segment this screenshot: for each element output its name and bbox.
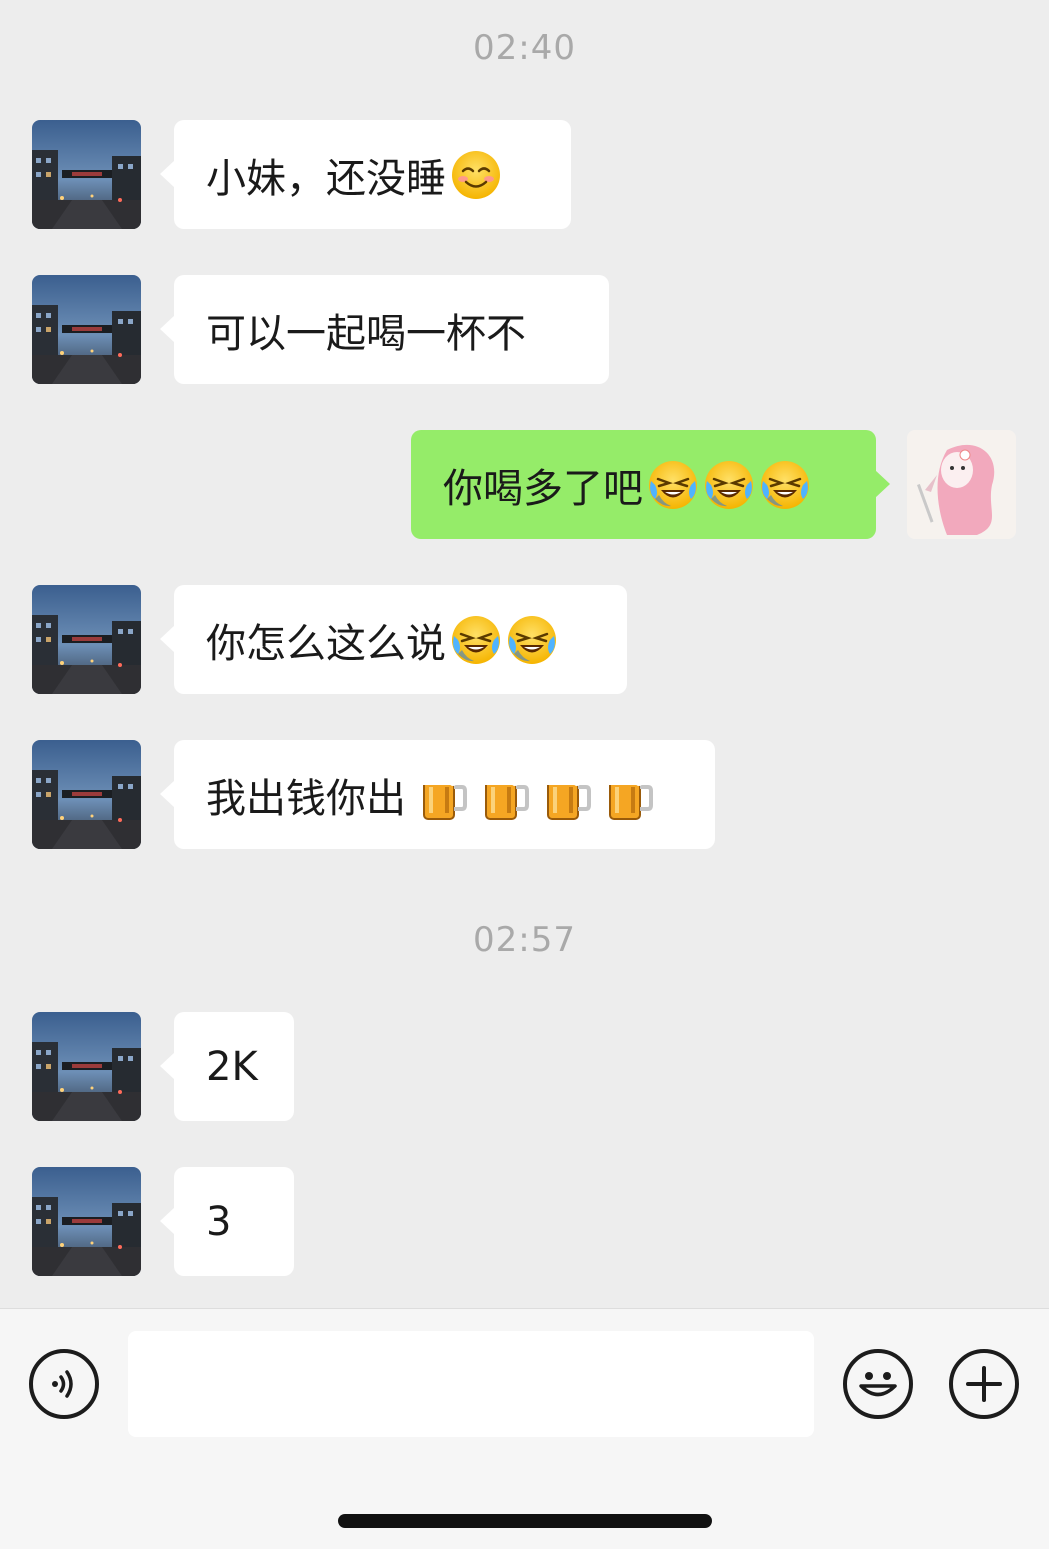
message-bubble[interactable]: 你怎么这么说: [160, 585, 627, 694]
contact-avatar[interactable]: [32, 585, 141, 694]
message-bubble[interactable]: 2K: [160, 1012, 294, 1121]
message-bubble[interactable]: 我出钱你出: [160, 740, 715, 849]
plus-icon[interactable]: [949, 1349, 1019, 1419]
message-bubble[interactable]: 小妹，还没睡: [160, 120, 571, 229]
crying-laughing-icon: [450, 614, 502, 666]
timestamp: 02:40: [473, 28, 576, 68]
message-text: 2K: [206, 1043, 258, 1090]
timestamp: 02:57: [473, 920, 576, 960]
message-text: 你喝多了吧: [443, 465, 643, 512]
home-indicator[interactable]: [338, 1514, 712, 1528]
message-bubble-outgoing[interactable]: 你喝多了吧: [411, 430, 890, 539]
beer-mug-icon: [604, 767, 654, 823]
beer-mug-icon: [418, 767, 468, 823]
message-text: 我出钱你出: [206, 775, 406, 822]
contact-avatar[interactable]: [32, 275, 141, 384]
beer-mug-icon: [542, 767, 592, 823]
crying-laughing-icon: [647, 459, 699, 511]
crying-laughing-icon: [703, 459, 755, 511]
my-avatar[interactable]: [907, 430, 1016, 539]
message-input[interactable]: [128, 1331, 814, 1437]
message-text: 3: [206, 1198, 232, 1245]
smiling-face-icon: [450, 149, 502, 201]
contact-avatar[interactable]: [32, 1012, 141, 1121]
voice-icon[interactable]: [29, 1349, 99, 1419]
crying-laughing-icon: [759, 459, 811, 511]
chat-area[interactable]: 02:40 小妹，还没睡 可以一起喝一杯不 你喝多了吧 你怎么这么说 我出钱你出: [0, 0, 1049, 1308]
contact-avatar[interactable]: [32, 740, 141, 849]
crying-laughing-icon: [506, 614, 558, 666]
message-text: 小妹，还没睡: [206, 155, 446, 202]
beer-mug-icon: [480, 767, 530, 823]
contact-avatar[interactable]: [32, 1167, 141, 1276]
input-bar: [0, 1308, 1049, 1549]
contact-avatar[interactable]: [32, 120, 141, 229]
emoji-icon[interactable]: [843, 1349, 913, 1419]
message-bubble[interactable]: 3: [160, 1167, 294, 1276]
message-bubble[interactable]: 可以一起喝一杯不: [160, 275, 609, 384]
message-text: 可以一起喝一杯不: [206, 310, 526, 357]
message-text: 你怎么这么说: [206, 620, 446, 667]
